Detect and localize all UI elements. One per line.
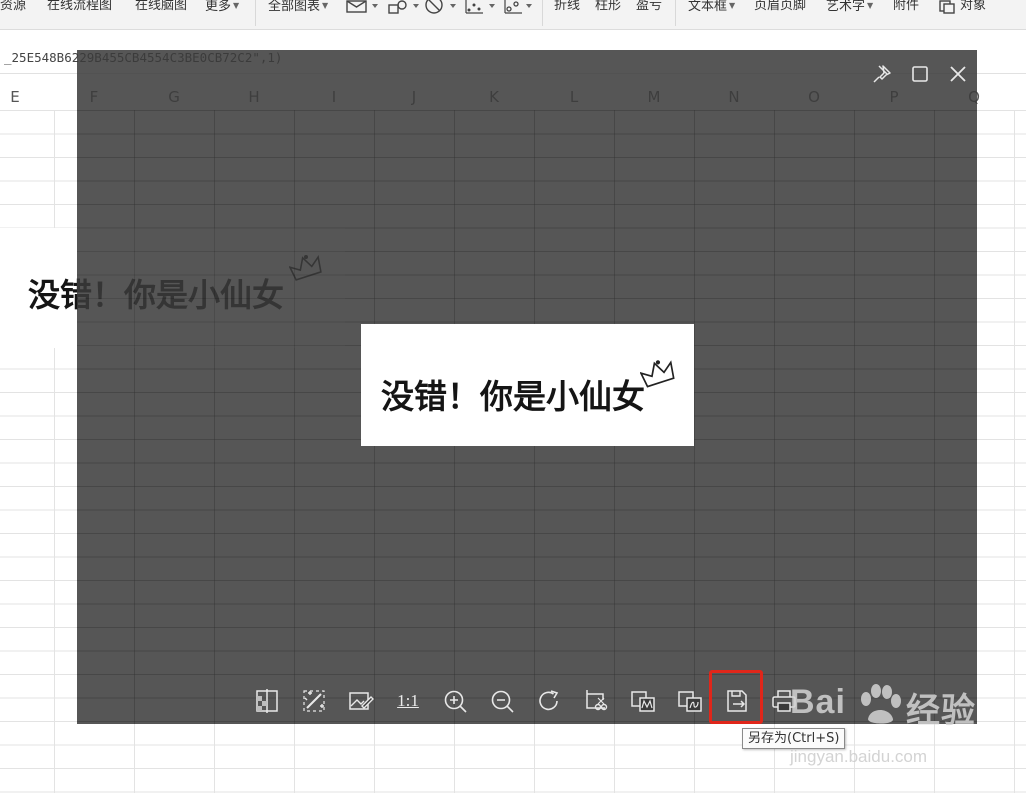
save-as-highlight (709, 670, 763, 724)
ribbon-item-wordart[interactable]: 艺术字 ▼ (826, 0, 873, 14)
ribbon-item-label: 柱形 (595, 0, 622, 13)
paw-logo-icon (861, 684, 901, 724)
ribbon-item-winloss[interactable]: 盈亏 (636, 0, 662, 14)
zoom-out-button[interactable] (487, 686, 517, 716)
edit-image-icon (349, 692, 374, 710)
preview-text: 没错！你是小仙女 (381, 377, 645, 416)
maximize-icon[interactable] (908, 62, 932, 86)
ribbon-item-column[interactable]: 柱形 (595, 0, 621, 14)
watermark-logo-right: 经验 (906, 692, 976, 730)
ribbon-item-label: 对象 (960, 0, 987, 13)
compare-icon (256, 689, 278, 713)
image-viewer: 没错！你是小仙女 1:1 (77, 50, 977, 724)
ribbon-item-all-charts[interactable]: 全部图表 ▼ (268, 0, 328, 14)
pin-icon[interactable] (870, 62, 894, 86)
crown-icon (640, 360, 675, 388)
rotate-button[interactable] (534, 686, 564, 716)
ribbon-item-label: 在线流程图 (47, 0, 113, 13)
ribbon-toolbar: 资源 在线流程图 在线脑图 更多 ▼ 全部图表 ▼ 折线 柱形 盈亏 文本框 ▼ 页眉… (0, 0, 1026, 30)
ribbon-divider (542, 0, 543, 26)
chevron-down-icon: ▼ (867, 1, 874, 10)
ribbon-item-textbox[interactable]: 文本框 ▼ (688, 0, 735, 14)
ribbon-item-label: 在线脑图 (135, 0, 188, 13)
ribbon-item-resources[interactable]: 资源 (0, 0, 26, 14)
crop-icon (586, 690, 608, 711)
ribbon-item-label: 全部图表 (268, 0, 321, 14)
object-icon[interactable] (938, 0, 956, 14)
zoom-out-icon (491, 690, 514, 713)
scatter-icon[interactable] (465, 0, 499, 14)
ribbon-item-line[interactable]: 折线 (554, 0, 580, 14)
ribbon-item-object[interactable]: 对象 (960, 0, 986, 14)
column-header-e[interactable]: E (0, 84, 30, 110)
chevron-down-icon: ▼ (233, 1, 240, 10)
ribbon-item-label: 附件 (893, 0, 920, 13)
ribbon-item-label: 盈亏 (636, 0, 663, 13)
image-convert-icon (631, 691, 655, 712)
shapes-icon[interactable] (387, 0, 421, 14)
image-preview[interactable]: 没错！你是小仙女 (361, 324, 694, 446)
magic-wand-icon (303, 690, 325, 712)
image-to-pdf-icon (678, 691, 702, 712)
actual-size-button[interactable]: 1:1 (393, 686, 423, 716)
watermark-url: jingyan.baidu.com (790, 747, 928, 766)
ribbon-item-label: 页眉页脚 (754, 0, 807, 13)
chevron-down-icon: ▼ (322, 1, 329, 10)
crop-button[interactable] (581, 686, 611, 716)
ribbon-item-header-footer[interactable]: 页眉页脚 (754, 0, 806, 14)
chevron-down-icon: ▼ (729, 1, 736, 10)
ribbon-item-online-mindmap[interactable]: 在线脑图 (135, 0, 187, 14)
ribbon-item-online-flowchart[interactable]: 在线流程图 (47, 0, 112, 14)
zoom-in-icon (444, 690, 467, 713)
ribbon-item-label: 艺术字 (826, 0, 866, 14)
screen: { "ribbon": { "items": [ {"label": "资源",… (0, 0, 1026, 793)
rotate-icon (539, 690, 559, 711)
image-convert-button[interactable] (628, 686, 658, 716)
ribbon-item-label: 折线 (554, 0, 581, 13)
close-icon[interactable] (946, 62, 970, 86)
image-to-pdf-button[interactable] (675, 686, 705, 716)
chart-icon[interactable] (504, 0, 538, 14)
ribbon-item-label: 更多 (205, 0, 232, 14)
ribbon-divider (675, 0, 676, 26)
watermark-logo-left: Bai (790, 683, 846, 721)
mail-icon[interactable] (346, 0, 380, 14)
ribbon-item-label: 文本框 (688, 0, 728, 14)
ribbon-item-attachment[interactable]: 附件 (893, 0, 919, 14)
clock-icon[interactable] (424, 0, 458, 14)
edit-image-button[interactable] (346, 686, 376, 716)
baidu-jingyan-watermark: Bai 经验 jingyan.baidu.com (790, 683, 1026, 793)
actual-size-label: 1:1 (397, 691, 419, 710)
ribbon-divider (255, 0, 256, 26)
zoom-in-button[interactable] (440, 686, 470, 716)
ribbon-item-label: 资源 (0, 0, 27, 13)
compare-button[interactable] (252, 686, 282, 716)
magic-wand-button[interactable] (299, 686, 329, 716)
ribbon-item-more[interactable]: 更多 ▼ (205, 0, 239, 14)
